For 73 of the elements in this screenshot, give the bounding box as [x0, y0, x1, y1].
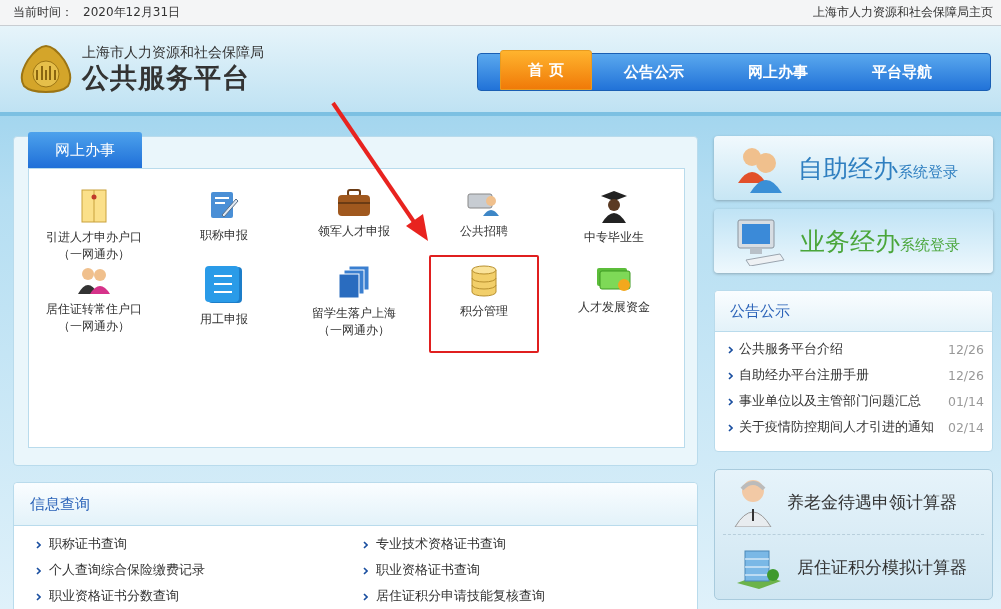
chevron-icon: [363, 592, 368, 601]
stacked-books-icon: [337, 265, 371, 299]
notice-date: 02/14: [947, 420, 984, 435]
services-tab[interactable]: 网上办事: [28, 132, 142, 168]
service-item[interactable]: 居住证转常住户口 （一网通办）: [29, 265, 159, 341]
emblem-logo: [18, 44, 74, 94]
notice-link[interactable]: 关于疫情防控期间人才引进的通知: [739, 419, 935, 436]
banner-title: 自助经办: [798, 152, 899, 185]
service-label: 中专毕业生: [584, 229, 644, 246]
chevron-icon: [363, 566, 368, 575]
service-item[interactable]: 人才发展资金: [549, 265, 679, 341]
service-label: 公共招聘: [460, 223, 508, 240]
service-label: 领军人才申报: [318, 223, 390, 240]
service-item[interactable]: 引进人才申办户口 （一网通办）: [29, 189, 159, 265]
money-icon: [596, 265, 632, 293]
chevron-icon: [36, 592, 41, 601]
service-label: （一网通办）: [57, 318, 131, 335]
service-label: 用工申报: [200, 311, 248, 328]
service-item[interactable]: 用工申报: [159, 265, 289, 341]
service-item[interactable]: 职称申报: [159, 189, 289, 265]
banner-title: 业务经办: [800, 225, 901, 258]
notice-link[interactable]: 事业单位以及主管部门问题汇总: [739, 393, 922, 410]
service-label: 职称申报: [200, 227, 248, 244]
chevron-icon: [36, 540, 41, 549]
certificate-pen-icon: [208, 189, 240, 221]
query-link[interactable]: 居住证积分申请技能复核查询: [376, 588, 545, 605]
list-document-icon: [204, 265, 244, 305]
two-people-icon: [76, 265, 112, 295]
query-link[interactable]: 职称证书查询: [49, 536, 127, 553]
chevron-icon: [728, 345, 734, 354]
calculator-link[interactable]: 养老金待遇申领计算器: [723, 470, 984, 535]
service-label: 引进人才申办户口: [46, 229, 142, 246]
service-item[interactable]: 中专毕业生: [549, 189, 679, 265]
query-link[interactable]: 个人查询综合保险缴费记录: [49, 562, 205, 579]
query-link[interactable]: 职业资格证书查询: [376, 562, 480, 579]
banner-subtitle: 系统登录: [898, 162, 959, 182]
query-link[interactable]: 专业技术资格证书查询: [376, 536, 506, 553]
service-label: （一网通办）: [317, 322, 391, 339]
notice-link[interactable]: 自助经办平台注册手册: [739, 367, 870, 384]
service-label: 人才发展资金: [578, 299, 650, 316]
service-item[interactable]: 领军人才申报: [289, 189, 419, 265]
chevron-icon: [728, 371, 734, 380]
notice-date: 12/26: [947, 368, 984, 383]
graduate-icon: [599, 189, 629, 223]
home-link[interactable]: 上海市人力资源和社会保障局主页: [813, 4, 993, 21]
highlighted-service-item[interactable]: 积分管理: [429, 255, 539, 353]
service-item[interactable]: 留学生落户上海 （一网通办）: [289, 265, 419, 341]
notice-link[interactable]: 公共服务平台介绍: [739, 341, 844, 358]
service-label: 居住证转常住户口: [46, 301, 142, 318]
platform-title: 公共服务平台: [82, 62, 251, 94]
chevron-icon: [363, 540, 368, 549]
notice-date: 12/26: [947, 342, 984, 357]
envelope-icon: [81, 189, 107, 223]
panel-title: 公告公示: [730, 301, 791, 321]
service-label: （一网通办）: [57, 246, 131, 263]
org-name: 上海市人力资源和社会保障局: [82, 44, 264, 62]
database-icon: [470, 265, 498, 297]
notice-date: 01/14: [947, 394, 984, 409]
computer-icon: [736, 216, 787, 266]
banner-subtitle: 系统登录: [900, 235, 961, 255]
current-date: 2020年12月31日: [83, 4, 181, 21]
calculator-link[interactable]: 居住证积分模拟计算器: [723, 535, 984, 599]
chevron-icon: [36, 566, 41, 575]
briefcase-icon: [337, 189, 371, 217]
service-label: 积分管理: [460, 303, 508, 320]
elderly-man-icon: [733, 477, 774, 527]
login-banner[interactable]: 自助经办系统登录: [714, 136, 993, 200]
service-label: 留学生落户上海: [312, 305, 396, 322]
query-link[interactable]: 职业资格证书分数查询: [49, 588, 179, 605]
panel-title: 信息查询: [30, 494, 90, 514]
chevron-icon: [728, 397, 734, 406]
chevron-icon: [728, 423, 734, 432]
date-label: 当前时间：: [13, 4, 73, 21]
